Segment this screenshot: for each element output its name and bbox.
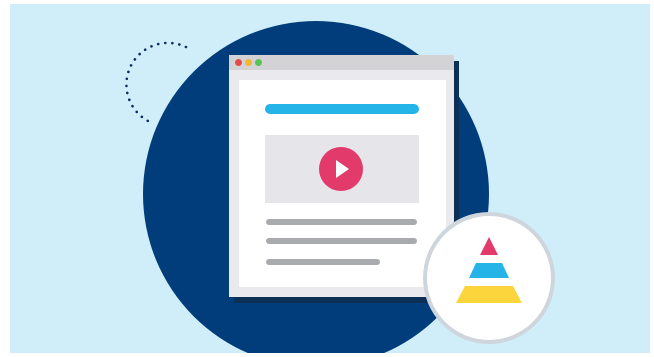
maximize-dot-icon xyxy=(255,59,262,66)
play-icon xyxy=(319,147,363,191)
minimize-dot-icon xyxy=(245,59,252,66)
pyramid-middle-tier xyxy=(469,263,509,278)
browser-window xyxy=(229,55,454,297)
text-line-placeholder xyxy=(266,259,380,265)
text-line-placeholder xyxy=(266,219,417,225)
illustration xyxy=(0,0,654,357)
close-dot-icon xyxy=(235,59,242,66)
browser-titlebar xyxy=(229,55,454,70)
text-line-placeholder xyxy=(266,238,417,244)
headline-placeholder xyxy=(265,104,419,114)
pyramid-badge xyxy=(427,216,551,340)
pyramid-top-tier xyxy=(480,237,498,255)
browser-content xyxy=(239,80,446,287)
video-placeholder xyxy=(265,135,419,203)
pyramid-icon xyxy=(456,237,522,303)
pyramid-bottom-tier xyxy=(456,286,522,303)
